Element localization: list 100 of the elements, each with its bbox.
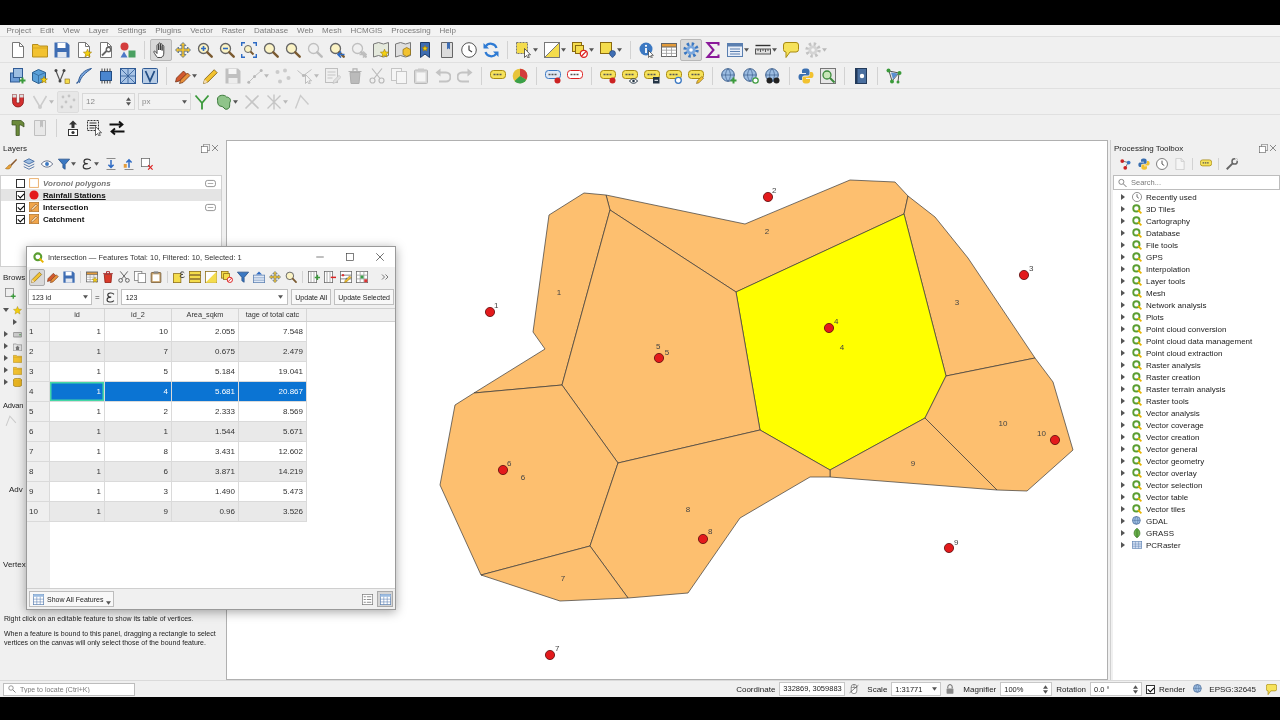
- layer-checkbox[interactable]: [16, 202, 25, 212]
- toolbox-item[interactable]: Plots: [1146, 312, 1164, 322]
- menu-item[interactable]: Plugins: [150, 25, 186, 36]
- row-number[interactable]: 7: [27, 442, 50, 462]
- logo-icon: [1132, 312, 1142, 322]
- toolbox-item[interactable]: Point cloud conversion: [1146, 324, 1227, 334]
- crs-button[interactable]: EPSG:32645: [1209, 684, 1256, 694]
- row-number[interactable]: 6: [27, 422, 50, 442]
- gear-button[interactable]: [680, 38, 702, 61]
- caret-icon: [822, 47, 827, 52]
- toolbox-item[interactable]: Vector coverage: [1146, 420, 1204, 430]
- toolbox-item[interactable]: PCRaster: [1146, 540, 1181, 550]
- render-checkbox[interactable]: [1146, 684, 1156, 694]
- row-number[interactable]: 2: [27, 342, 50, 362]
- toolbox-item[interactable]: Network analysis: [1146, 300, 1207, 310]
- toolbox-item[interactable]: Layer tools: [1146, 276, 1186, 286]
- toolbox-item[interactable]: Vector geometry: [1146, 456, 1205, 466]
- layer-checkbox[interactable]: [16, 214, 25, 224]
- rows-stack-button[interactable]: [187, 268, 203, 286]
- shapes-icon: [120, 41, 136, 58]
- abacus-button[interactable]: [338, 268, 354, 286]
- toolbox-item[interactable]: Vector analysis: [1146, 408, 1200, 418]
- toolbox-item[interactable]: File tools: [1146, 240, 1178, 250]
- search-icon: [8, 685, 16, 693]
- paint-brush-button[interactable]: [2, 156, 19, 172]
- toolbox-item[interactable]: Point cloud extraction: [1146, 348, 1223, 358]
- hand-button[interactable]: [150, 38, 172, 61]
- menu-item[interactable]: Raster: [217, 25, 250, 36]
- menu-item[interactable]: Web: [292, 25, 318, 36]
- menu-item[interactable]: Edit: [35, 25, 59, 36]
- toolbox-item[interactable]: GRASS: [1146, 528, 1174, 538]
- layer-checkbox[interactable]: [16, 190, 25, 200]
- layers-stack-button[interactable]: [20, 156, 37, 172]
- menu-item[interactable]: Help: [435, 25, 461, 36]
- funnel-button[interactable]: [56, 156, 78, 172]
- toolbox-item[interactable]: Vector overlay: [1146, 468, 1197, 478]
- table-star-button[interactable]: [84, 268, 100, 286]
- table-cell: 1: [50, 342, 105, 362]
- pencil-button[interactable]: [29, 268, 45, 286]
- row-number[interactable]: 4: [27, 382, 50, 402]
- toolbox-item[interactable]: 3D Tiles: [1146, 204, 1175, 214]
- copy-button[interactable]: [132, 268, 148, 286]
- toolbox-item[interactable]: Cartography: [1146, 216, 1191, 226]
- layer-name[interactable]: Voronoi polygons: [43, 178, 111, 188]
- folder-icon: [13, 353, 22, 363]
- column-minus-button[interactable]: [322, 268, 338, 286]
- expression-button[interactable]: [102, 289, 118, 305]
- row-number[interactable]: 3: [27, 362, 50, 382]
- logo-icon: [1132, 456, 1142, 466]
- toolbox-item[interactable]: Vector selection: [1146, 480, 1203, 490]
- menu-item[interactable]: Database: [249, 25, 293, 36]
- half-filled-square-button[interactable]: [203, 268, 219, 286]
- menu-item[interactable]: Processing: [386, 25, 436, 36]
- toolbox-item[interactable]: Mesh: [1146, 288, 1166, 298]
- row-number[interactable]: 1: [27, 322, 50, 342]
- layer-checkbox[interactable]: [16, 178, 25, 188]
- clock-button[interactable]: [1153, 156, 1170, 172]
- menu-item[interactable]: HCMGIS: [346, 25, 387, 36]
- row-number[interactable]: 8: [27, 462, 50, 482]
- toolbox-item[interactable]: Vector tiles: [1146, 504, 1186, 514]
- move-arrows-button[interactable]: [267, 268, 283, 286]
- wrench-button[interactable]: [1223, 156, 1240, 172]
- row-number[interactable]: 10: [27, 502, 50, 522]
- toolbox-item[interactable]: GDAL: [1146, 516, 1168, 526]
- column-plus-button[interactable]: [306, 268, 322, 286]
- color-grid-button[interactable]: [354, 268, 370, 286]
- layer-name[interactable]: Catchment: [43, 214, 85, 224]
- python-button[interactable]: [1135, 156, 1152, 172]
- toolbox-item[interactable]: Vector general: [1146, 444, 1198, 454]
- toolbox-item[interactable]: Database: [1146, 228, 1181, 238]
- menu-item[interactable]: Vector: [185, 25, 218, 36]
- add-button[interactable]: [2, 285, 19, 301]
- floppy-button[interactable]: [61, 268, 77, 286]
- square-cross-button[interactable]: [138, 156, 155, 172]
- row-number[interactable]: 5: [27, 402, 50, 422]
- toolbox-item[interactable]: Vector table: [1146, 492, 1189, 502]
- form-view-button[interactable]: [359, 591, 375, 607]
- menu-item[interactable]: Project: [2, 25, 36, 36]
- toolbox-item[interactable]: GPS: [1146, 252, 1163, 262]
- toolbox-item[interactable]: Raster analysis: [1146, 360, 1201, 370]
- menu-item[interactable]: Settings: [113, 25, 151, 36]
- menu-item[interactable]: Layer: [84, 25, 114, 36]
- toolbox-item[interactable]: Raster terrain analysis: [1146, 384, 1226, 394]
- deselect-button[interactable]: [219, 268, 235, 286]
- toolbox-item[interactable]: Raster tools: [1146, 396, 1189, 406]
- toolbox-item[interactable]: Recently used: [1146, 192, 1197, 202]
- select-rectangle-icon: [516, 41, 532, 58]
- toolbox-item[interactable]: Vector creation: [1146, 432, 1200, 442]
- menu-item[interactable]: Mesh: [317, 25, 347, 36]
- funnel-button[interactable]: [235, 268, 251, 286]
- box-star-icon: [32, 67, 48, 84]
- clipboard-button[interactable]: [148, 268, 164, 286]
- table-view-button[interactable]: [377, 591, 393, 607]
- toolbox-item[interactable]: Interpolation: [1146, 264, 1191, 274]
- row-number[interactable]: 9: [27, 482, 50, 502]
- trash-button[interactable]: [100, 268, 116, 286]
- toolbox-item[interactable]: Point cloud data management: [1146, 336, 1253, 346]
- toolbox-item[interactable]: Raster creation: [1146, 372, 1201, 382]
- menu-item[interactable]: View: [58, 25, 85, 36]
- epsilon-square-button[interactable]: [171, 268, 187, 286]
